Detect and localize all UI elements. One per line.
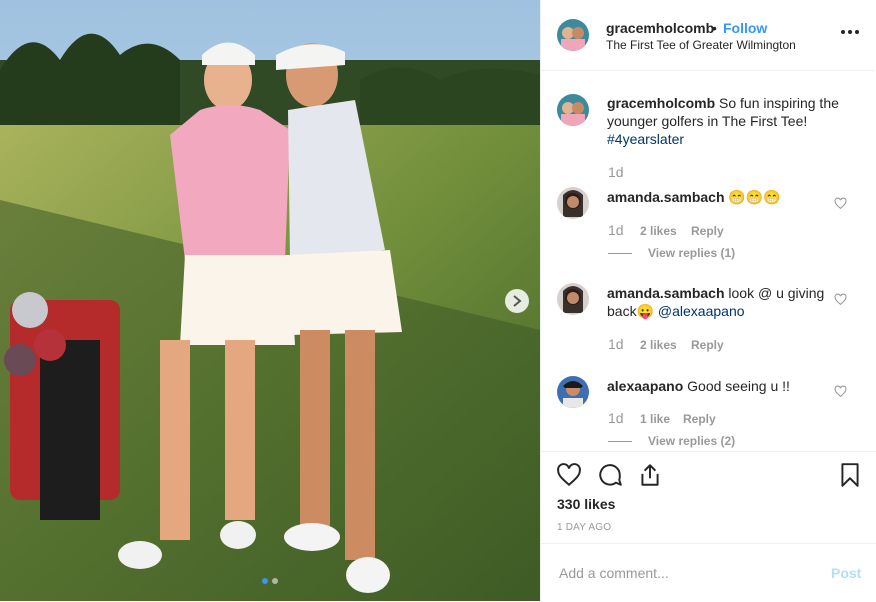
comment-text: amanda.sambach 😁😁😁 xyxy=(607,188,847,206)
post-date: 1 DAY AGO xyxy=(557,522,612,533)
caption-username[interactable]: gracemholcomb xyxy=(607,95,715,111)
next-image-button[interactable] xyxy=(505,289,529,313)
post-location[interactable]: The First Tee of Greater Wilmington xyxy=(606,38,796,52)
comment-text: amanda.sambach look @ u giving back😛 @al… xyxy=(607,284,847,320)
divider-line xyxy=(608,252,632,254)
heart-icon[interactable] xyxy=(834,293,847,306)
heart-icon[interactable] xyxy=(556,462,582,488)
more-icon-dot xyxy=(855,30,859,34)
add-comment-bar: Post xyxy=(541,543,876,602)
avatar-image xyxy=(557,19,589,51)
comment-likes[interactable]: 1 like xyxy=(640,412,670,426)
reply-button[interactable]: Reply xyxy=(691,338,724,352)
comment-time: 1d xyxy=(608,410,624,426)
avatar[interactable] xyxy=(557,283,589,315)
view-replies-label: View replies (1) xyxy=(648,246,736,260)
share-icon[interactable] xyxy=(637,462,663,488)
comment-input[interactable] xyxy=(557,564,811,582)
comment-username[interactable]: amanda.sambach xyxy=(607,285,725,301)
heart-icon[interactable] xyxy=(834,385,847,398)
avatar[interactable] xyxy=(557,376,589,408)
more-icon-dot xyxy=(848,30,852,34)
comment-likes[interactable]: 2 likes xyxy=(640,338,677,352)
avatar-image xyxy=(557,94,589,126)
avatar-image xyxy=(557,376,589,408)
caption-hashtag[interactable]: #4yearslater xyxy=(607,131,684,147)
comment-username[interactable]: amanda.sambach xyxy=(607,189,725,205)
caption-text: gracemholcomb So fun inspiring the young… xyxy=(607,94,847,148)
more-icon xyxy=(841,30,845,34)
more-options-button[interactable] xyxy=(841,22,861,42)
avatar-image xyxy=(557,283,589,315)
caption-time: 1d xyxy=(608,164,624,180)
post-photo[interactable] xyxy=(0,0,540,601)
view-replies-button[interactable]: View replies (2) xyxy=(608,434,735,448)
bookmark-icon[interactable] xyxy=(837,462,863,488)
reply-button[interactable]: Reply xyxy=(691,224,724,238)
carousel-indicator xyxy=(262,578,278,584)
comment-username[interactable]: alexaapano xyxy=(607,378,683,394)
comment-text: alexaapano Good seeing u !! xyxy=(607,377,847,395)
golf-bag xyxy=(4,292,120,520)
comment-mention[interactable]: @alexaapano xyxy=(658,303,745,319)
avatar[interactable] xyxy=(557,187,589,219)
reply-button[interactable]: Reply xyxy=(683,412,716,426)
separator-dot: • xyxy=(712,20,717,36)
post-header: gracemholcomb • Follow The First Tee of … xyxy=(541,0,875,71)
likes-count[interactable]: 330 likes xyxy=(557,496,615,512)
carousel-dot-active xyxy=(262,578,268,584)
avatar[interactable] xyxy=(557,19,589,51)
post-comment-button[interactable]: Post xyxy=(831,565,861,581)
post-sidebar: gracemholcomb • Follow The First Tee of … xyxy=(540,0,876,602)
divider-line xyxy=(608,440,632,442)
post-username[interactable]: gracemholcomb xyxy=(606,20,714,36)
comment-body: Good seeing u !! xyxy=(687,378,790,394)
comment-time: 1d xyxy=(608,222,624,238)
view-replies-button[interactable]: View replies (1) xyxy=(608,246,735,260)
avatar[interactable] xyxy=(557,94,589,126)
golf-course-photo xyxy=(0,0,540,601)
carousel-dot xyxy=(272,578,278,584)
comment-likes[interactable]: 2 likes xyxy=(640,224,677,238)
avatar-image xyxy=(557,187,589,219)
chevron-right-icon xyxy=(513,295,522,307)
view-replies-label: View replies (2) xyxy=(648,434,736,448)
comment-time: 1d xyxy=(608,336,624,352)
comment-body: 😁😁😁 xyxy=(728,189,781,205)
comments-list[interactable]: gracemholcomb So fun inspiring the young… xyxy=(541,70,876,451)
post-actions: 330 likes 1 DAY AGO xyxy=(541,451,876,542)
heart-icon[interactable] xyxy=(834,197,847,210)
comment-icon[interactable] xyxy=(597,462,623,488)
follow-button[interactable]: Follow xyxy=(723,20,767,36)
